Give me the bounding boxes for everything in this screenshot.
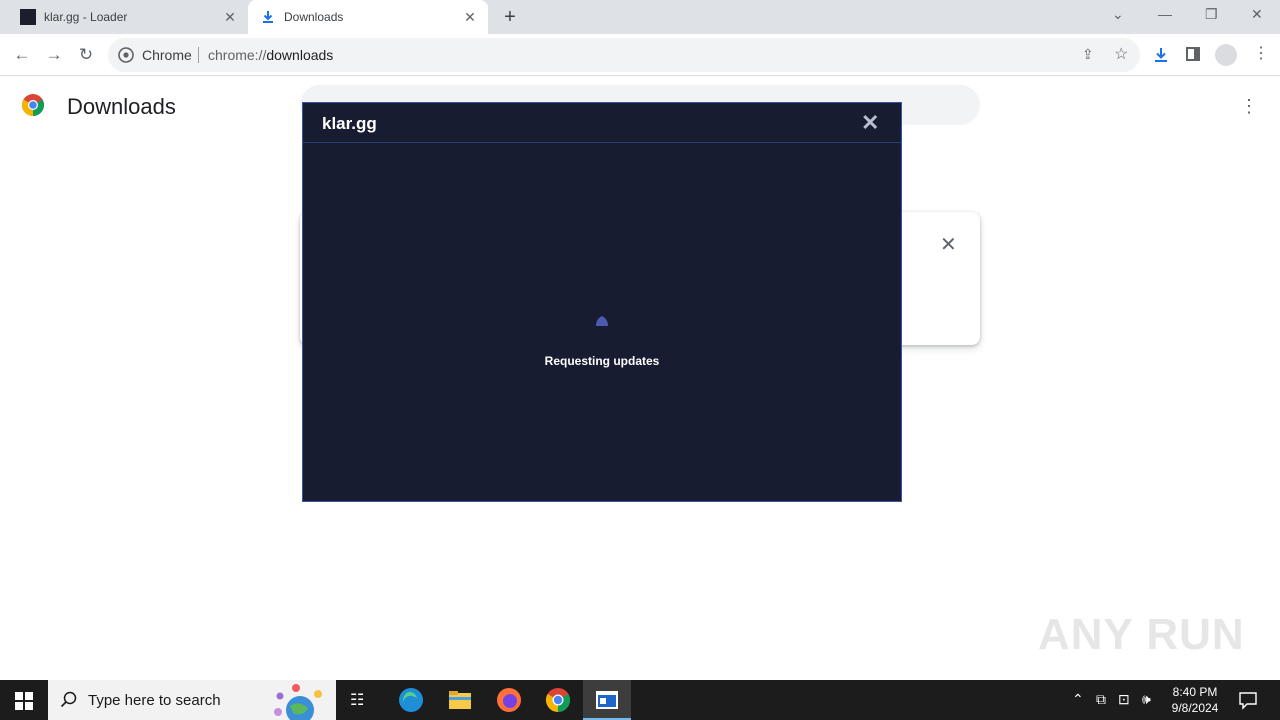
loader-close-button[interactable]: ✕: [861, 112, 879, 134]
anyrun-watermark: ANY RUN: [1038, 610, 1245, 659]
taskbar-clock[interactable]: 8:40 PM 9/8/2024: [1168, 684, 1222, 716]
loader-window: klar.gg ✕ Requesting updates: [302, 102, 902, 502]
clock-time: 8:40 PM: [1172, 685, 1218, 699]
browser-toolbar: ← → ↻ Chrome chrome://downloads ⇪ ☆ ⋮: [0, 34, 1280, 76]
loader-app-icon: [596, 691, 618, 709]
windows-taskbar: Type here to search ☷ ⌃ ⧉ ⊡ 🕪 8:40 PM 9/…: [0, 680, 1280, 720]
downloads-toolbar-icon[interactable]: [1152, 46, 1170, 64]
reload-button[interactable]: ↻: [76, 45, 96, 65]
network-icon[interactable]: ⊡: [1118, 691, 1130, 708]
tab-strip: klar.gg - Loader ✕ Downloads ✕ + ⌄ — ❐ ✕: [0, 0, 1280, 34]
url-host: downloads: [266, 47, 334, 63]
tab-klar-loader[interactable]: klar.gg - Loader ✕: [8, 0, 248, 34]
url-text: chrome://downloads: [208, 47, 333, 63]
page-title: Downloads: [67, 94, 176, 119]
tab-downloads[interactable]: Downloads ✕: [248, 0, 488, 34]
loader-status-text: Requesting updates: [544, 354, 660, 368]
tab-close-icon[interactable]: ✕: [462, 9, 478, 25]
minimize-button[interactable]: —: [1158, 6, 1172, 22]
url-scheme: chrome://: [208, 47, 267, 63]
page-menu-icon[interactable]: ⋮: [1240, 96, 1258, 117]
tab-close-icon[interactable]: ✕: [222, 9, 238, 25]
omnibox-separator: [198, 47, 199, 63]
download-favicon-icon: [263, 11, 273, 23]
restore-button[interactable]: ❐: [1205, 6, 1218, 23]
klar-favicon-icon: [20, 9, 36, 25]
windows-start-icon[interactable]: [15, 692, 33, 710]
notification-center-icon[interactable]: [1238, 690, 1258, 710]
remove-download-button[interactable]: ✕: [940, 232, 957, 257]
back-button[interactable]: ←: [12, 45, 32, 65]
task-view-icon[interactable]: ☷: [350, 690, 364, 710]
close-window-button[interactable]: ✕: [1251, 6, 1263, 23]
tray-overflow-icon[interactable]: ⌃: [1072, 691, 1084, 708]
tab-search-icon[interactable]: ⌄: [1112, 6, 1124, 23]
edge-icon[interactable]: [397, 686, 425, 714]
chrome-logo-icon: [22, 94, 44, 116]
share-icon[interactable]: ⇪: [1082, 46, 1094, 63]
new-tab-button[interactable]: +: [500, 6, 520, 28]
loader-title: klar.gg: [322, 114, 377, 133]
forward-button[interactable]: →: [44, 45, 64, 65]
volume-icon[interactable]: 🕪: [1142, 691, 1151, 708]
file-explorer-icon[interactable]: [446, 686, 474, 714]
firefox-icon[interactable]: [495, 686, 523, 714]
tab-title: Downloads: [284, 10, 344, 24]
chrome-chip-icon: [118, 47, 134, 63]
address-bar[interactable]: Chrome chrome://downloads ⇪ ☆: [108, 38, 1140, 72]
chrome-taskbar-icon[interactable]: [544, 686, 572, 714]
clock-date: 9/8/2024: [1171, 701, 1219, 715]
taskbar-search-box[interactable]: Type here to search: [48, 680, 336, 720]
chrome-menu-icon[interactable]: ⋮: [1253, 44, 1269, 64]
side-panel-icon[interactable]: [1186, 47, 1200, 61]
loader-titlebar: klar.gg ✕: [303, 103, 901, 143]
bookmark-star-icon[interactable]: ☆: [1114, 44, 1128, 64]
loading-spinner-icon: [596, 316, 608, 326]
search-highlight-icon: [274, 684, 322, 720]
site-chip-label: Chrome: [142, 47, 192, 63]
profile-avatar[interactable]: [1215, 44, 1237, 66]
tab-title: klar.gg - Loader: [44, 10, 128, 24]
taskbar-active-app[interactable]: [583, 680, 631, 720]
search-placeholder: Type here to search: [88, 692, 221, 709]
tray-device-icon[interactable]: ⧉: [1096, 691, 1106, 708]
search-icon: [60, 691, 77, 708]
